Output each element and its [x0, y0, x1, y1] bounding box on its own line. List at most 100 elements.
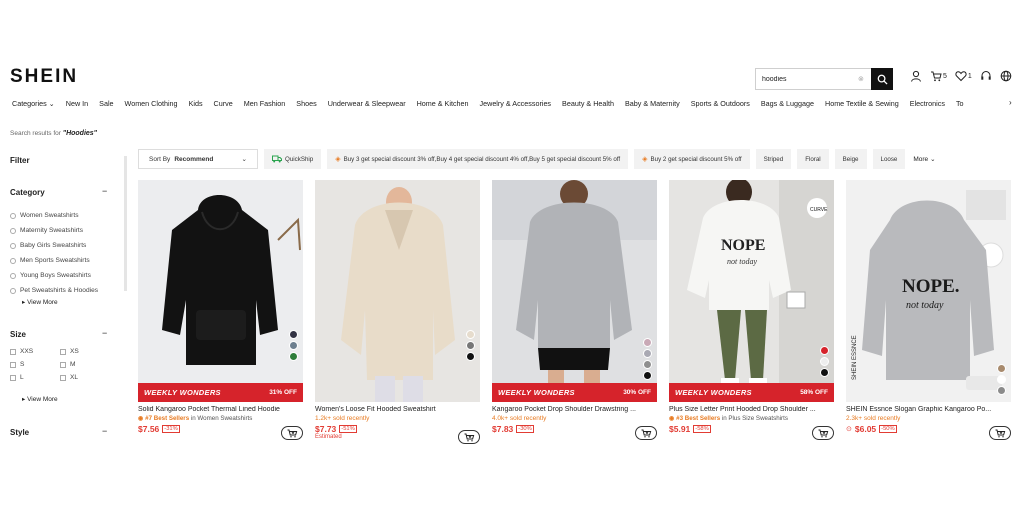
size-option[interactable]: L [10, 374, 60, 381]
nav-item[interactable]: Categories ⌄ [12, 99, 55, 113]
product-title[interactable]: Kangaroo Pocket Drop Shoulder Drawstring… [492, 406, 657, 413]
size-option[interactable]: XS [60, 348, 110, 355]
style-collapse-icon[interactable]: − [102, 426, 107, 436]
nav-item[interactable]: Kids [189, 99, 203, 113]
category-section-title[interactable]: Category [10, 188, 45, 197]
nav-item[interactable]: Electronics [910, 99, 945, 113]
nav-item[interactable]: Jewelry & Accessories [480, 99, 552, 113]
product-image[interactable]: WEEKLY WONDERS 30% OFF [492, 180, 657, 402]
nav-item[interactable]: Beauty & Health [562, 99, 614, 113]
checkbox-icon[interactable] [10, 361, 16, 368]
chip-striped[interactable]: Striped [755, 149, 792, 169]
color-swatch[interactable] [466, 341, 475, 350]
promo-chip-2[interactable]: ◈ Buy 2 get special discount 5% off [634, 149, 750, 169]
add-to-cart-button[interactable] [458, 430, 480, 444]
radio-icon[interactable] [10, 242, 16, 249]
clear-icon[interactable]: ⊗ [858, 75, 864, 83]
product-image[interactable] [315, 180, 480, 402]
quickship-chip[interactable]: QuickShip [264, 149, 322, 169]
size-option[interactable]: M [60, 361, 110, 368]
chip-floral[interactable]: Floral [797, 149, 829, 169]
nav-item[interactable]: Bags & Luggage [761, 99, 814, 113]
color-swatch[interactable] [997, 375, 1006, 384]
shein-logo[interactable]: SHEIN [10, 66, 78, 88]
product-card[interactable]: NOPE not today CURVE WEEKLY WONDERS 58% OF… [669, 180, 834, 440]
color-swatch[interactable] [997, 364, 1006, 373]
color-swatch[interactable] [466, 352, 475, 361]
support-button[interactable] [980, 70, 992, 82]
size-section-title[interactable]: Size [10, 330, 26, 339]
account-button[interactable] [910, 70, 922, 82]
color-swatch[interactable] [643, 360, 652, 369]
checkbox-icon[interactable] [10, 374, 16, 381]
nav-item[interactable]: Shoes [296, 99, 316, 113]
product-card[interactable]: NOPE. not today SHEIN ESSNCE SHEIN Essnc… [846, 180, 1011, 440]
checkbox-icon[interactable] [60, 361, 66, 368]
radio-icon[interactable] [10, 272, 16, 279]
nav-item[interactable]: Home & Kitchen [417, 99, 469, 113]
product-title[interactable]: Solid Kangaroo Pocket Thermal Lined Hood… [138, 406, 303, 413]
search-button[interactable] [871, 68, 893, 90]
product-card[interactable]: Women's Loose Fit Hooded Sweatshirt 1.2k+… [315, 180, 480, 444]
size-option[interactable]: XXS [10, 348, 60, 355]
product-title[interactable]: Women's Loose Fit Hooded Sweatshirt [315, 406, 480, 413]
nav-item[interactable]: Curve [214, 99, 233, 113]
category-option[interactable]: Young Boys Sweatshirts [10, 268, 98, 283]
add-to-cart-button[interactable] [281, 426, 303, 440]
nav-item[interactable]: Baby & Maternity [625, 99, 680, 113]
nav-item[interactable]: Underwear & Sleepwear [328, 99, 406, 113]
radio-icon[interactable] [10, 287, 16, 294]
color-swatch[interactable] [289, 352, 298, 361]
cart-button[interactable]: 5 [930, 70, 947, 82]
color-swatch[interactable] [997, 386, 1006, 395]
add-to-cart-button[interactable] [989, 426, 1011, 440]
color-swatch[interactable] [820, 346, 829, 355]
category-option[interactable]: Pet Sweatshirts & Hoodies [10, 283, 98, 298]
category-option[interactable]: Baby Girls Sweatshirts [10, 238, 98, 253]
radio-icon[interactable] [10, 257, 16, 264]
sort-dropdown[interactable]: Sort By Recommend ⌄ [138, 149, 258, 169]
size-option[interactable]: XL [60, 374, 110, 381]
checkbox-icon[interactable] [60, 374, 66, 381]
promo-chip-1[interactable]: ◈ Buy 3 get special discount 3% off,Buy … [327, 149, 629, 169]
color-swatch[interactable] [466, 330, 475, 339]
product-card[interactable]: WEEKLY WONDERS 30% OFF Kangaroo Pocket Dro… [492, 180, 657, 440]
checkbox-icon[interactable] [60, 348, 66, 355]
size-collapse-icon[interactable]: − [102, 328, 107, 338]
color-swatch[interactable] [643, 338, 652, 347]
category-option[interactable]: Men Sports Sweatshirts [10, 253, 98, 268]
category-option[interactable]: Maternity Sweatshirts [10, 223, 98, 238]
color-swatch[interactable] [289, 341, 298, 350]
checkbox-icon[interactable] [10, 348, 16, 355]
nav-item[interactable]: Men Fashion [244, 99, 286, 113]
radio-icon[interactable] [10, 212, 16, 219]
color-swatch[interactable] [643, 371, 652, 380]
size-option[interactable]: S [10, 361, 60, 368]
color-swatch[interactable] [820, 368, 829, 377]
search-input[interactable] [762, 75, 858, 83]
nav-next-icon[interactable]: › [1009, 98, 1012, 107]
color-swatch[interactable] [643, 349, 652, 358]
chip-loose[interactable]: Loose [872, 149, 906, 169]
product-image[interactable]: WEEKLY WONDERS 31% OFF [138, 180, 303, 402]
nav-item[interactable]: Sports & Outdoors [691, 99, 750, 113]
nav-item[interactable]: Women Clothing [125, 99, 178, 113]
more-filters-button[interactable]: More ⌄ [911, 155, 935, 164]
add-to-cart-button[interactable] [812, 426, 834, 440]
product-card[interactable]: WEEKLY WONDERS 31% OFF Solid Kangaroo Pock… [138, 180, 303, 440]
nav-item[interactable]: Sale [99, 99, 113, 113]
radio-icon[interactable] [10, 227, 16, 234]
nav-item[interactable]: To [956, 99, 964, 113]
wishlist-button[interactable]: 1 [955, 70, 972, 82]
nav-item[interactable]: New In [66, 99, 88, 113]
product-title[interactable]: SHEIN Essnce Slogan Graphic Kangaroo Po.… [846, 406, 1011, 413]
color-swatch[interactable] [820, 357, 829, 366]
category-option[interactable]: Women Sweatshirts [10, 208, 98, 223]
category-collapse-icon[interactable]: − [102, 186, 107, 196]
language-button[interactable] [1000, 70, 1012, 82]
search-box[interactable]: ⊗ [755, 68, 871, 90]
color-swatch[interactable] [289, 330, 298, 339]
chip-beige[interactable]: Beige [834, 149, 867, 169]
product-image[interactable]: NOPE. not today SHEIN ESSNCE [846, 180, 1011, 402]
product-title[interactable]: Plus Size Letter Print Hooded Drop Shoul… [669, 406, 834, 413]
